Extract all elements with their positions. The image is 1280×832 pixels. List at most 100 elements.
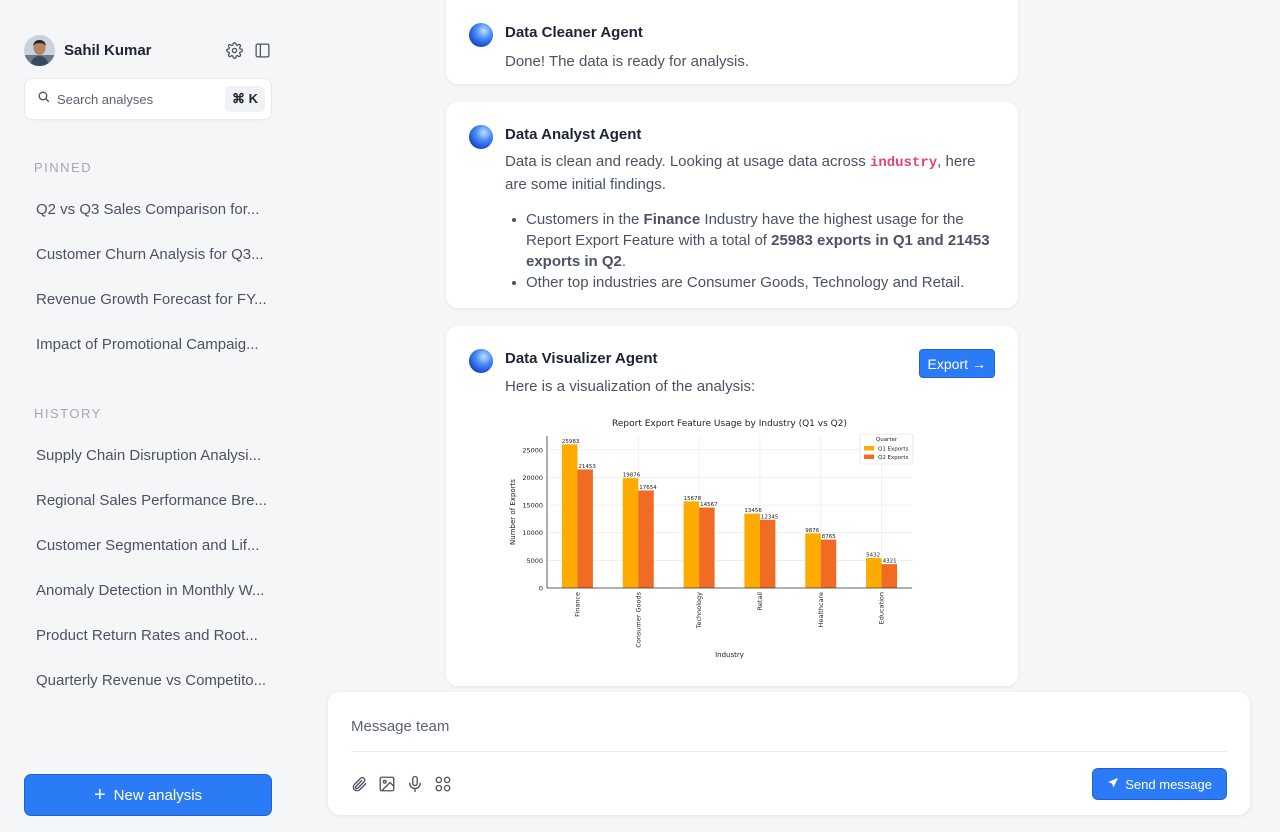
legend-title: Quarter (876, 437, 898, 443)
bar-data-label: 12345 (761, 514, 779, 520)
message-text: Data is clean and ready. Looking at usag… (505, 153, 976, 193)
legend-swatch (864, 454, 874, 459)
bar-data-label: 21453 (578, 464, 596, 470)
bar-data-label: 15678 (684, 496, 702, 502)
x-tick-label: Education (878, 592, 886, 624)
history-item[interactable]: Regional Sales Performance Bre... (36, 492, 268, 509)
apps-grid-icon[interactable] (433, 774, 453, 794)
list-item: Other top industries are Consumer Goods,… (508, 272, 992, 293)
history-item[interactable]: Product Return Rates and Root... (36, 627, 268, 644)
y-axis-label: Number of Exports (509, 479, 517, 545)
bar-chart: Report Export Feature Usage by Industry … (509, 419, 914, 659)
new-analysis-label: New analysis (113, 786, 203, 804)
pinned-item[interactable]: Q2 vs Q3 Sales Comparison for... (36, 201, 268, 218)
bar-q1 (683, 501, 700, 588)
bar-q2 (881, 564, 898, 588)
search-icon (37, 90, 50, 108)
y-tick-label: 0 (539, 585, 543, 593)
agent-name: Data Analyst Agent (505, 126, 642, 143)
send-label: Send message (1125, 776, 1212, 792)
x-tick-label: Technology (695, 592, 703, 630)
pinned-label: PINNED (34, 160, 93, 175)
bar-q2 (638, 490, 654, 588)
chart-title: Report Export Feature Usage by Industry … (612, 419, 847, 429)
composer: Message team Send message (328, 692, 1250, 815)
history-item[interactable]: Anomaly Detection in Monthly W... (36, 582, 268, 599)
bar-data-label: 13456 (744, 508, 762, 514)
agent-orb-icon (469, 23, 493, 47)
search-input[interactable]: Search analyses ⌘ K (24, 78, 272, 120)
chart: Report Export Feature Usage by Industry … (506, 416, 926, 666)
bar-q2 (820, 539, 837, 588)
bar-data-label: 25983 (562, 439, 580, 445)
pinned-item[interactable]: Impact of Promotional Campaig... (36, 336, 268, 353)
gear-icon[interactable] (224, 40, 244, 60)
sidebar: Sahil Kumar Search analyses ⌘ K PINNED Q… (0, 0, 296, 832)
search-placeholder: Search analyses (57, 91, 154, 107)
export-label: Export (927, 355, 968, 372)
message-input[interactable]: Message team (351, 718, 449, 735)
new-analysis-button[interactable]: + New analysis (24, 774, 272, 816)
bar-data-label: 9876 (805, 528, 819, 534)
pinned-item[interactable]: Revenue Growth Forecast for FY... (36, 291, 268, 308)
x-tick-label: Retail (756, 592, 764, 611)
bar-data-label: 4321 (883, 559, 897, 565)
y-tick-label: 15000 (522, 502, 543, 510)
bar-data-label: 5432 (866, 552, 880, 558)
image-icon[interactable] (377, 774, 397, 794)
bar-q2 (699, 507, 715, 588)
agent-name: Data Cleaner Agent (505, 24, 643, 41)
message-text: Done! The data is ready for analysis. (505, 53, 750, 70)
arrow-right-icon: → (972, 355, 986, 372)
history-item[interactable]: Supply Chain Disruption Analysi... (36, 447, 268, 464)
message-card-cleaner: Data Cleaner Agent Done! The data is rea… (446, 0, 1018, 84)
message-card-visualizer: Data Visualizer Agent Export → Here is a… (446, 326, 1018, 686)
bar-q1 (622, 478, 639, 588)
user-profile[interactable]: Sahil Kumar (24, 34, 272, 66)
bar-data-label: 14567 (700, 502, 718, 508)
export-button[interactable]: Export → (918, 349, 995, 378)
sidebar-toggle-icon[interactable] (252, 40, 272, 60)
inline-code: industry (869, 155, 938, 171)
paperclip-icon[interactable] (349, 774, 369, 794)
legend-label: Q2 Exports (878, 455, 909, 461)
message-card-analyst: Data Analyst Agent Data is clean and rea… (446, 102, 1018, 308)
x-tick-label: Healthcare (817, 592, 825, 627)
x-tick-label: Consumer Goods (634, 591, 642, 647)
search-shortcut: ⌘ K (225, 86, 265, 112)
y-tick-label: 10000 (522, 529, 543, 537)
history-label: HISTORY (34, 406, 102, 421)
bar-q1 (561, 444, 578, 588)
bar-q1 (744, 513, 760, 588)
y-tick-label: 5000 (526, 557, 543, 565)
microphone-icon[interactable] (405, 774, 425, 794)
send-icon (1107, 777, 1119, 792)
message-text: Here is a visualization of the analysis: (505, 378, 756, 395)
y-tick-label: 20000 (522, 474, 543, 482)
plus-icon: + (93, 784, 106, 806)
agent-name: Data Visualizer Agent (505, 350, 658, 367)
x-tick-label: Finance (573, 592, 581, 617)
bar-data-label: 17654 (639, 485, 657, 491)
agent-orb-icon (469, 125, 493, 149)
bar-q2 (759, 519, 776, 588)
legend-swatch (864, 446, 874, 451)
pinned-item[interactable]: Customer Churn Analysis for Q3... (36, 246, 268, 263)
bar-q1 (805, 533, 821, 588)
user-name: Sahil Kumar (64, 41, 152, 59)
history-item[interactable]: Quarterly Revenue vs Competito... (36, 672, 268, 689)
bar-q1 (866, 557, 882, 588)
bar-q2 (577, 469, 593, 588)
history-item[interactable]: Customer Segmentation and Lif... (36, 537, 268, 554)
list-item: Customers in the Finance Industry have t… (508, 209, 992, 272)
agent-orb-icon (469, 349, 493, 373)
bar-data-label: 8765 (822, 534, 836, 540)
send-message-button[interactable]: Send message (1092, 768, 1227, 800)
y-tick-label: 25000 (522, 446, 543, 454)
avatar (24, 34, 55, 66)
divider (351, 751, 1228, 752)
legend-label: Q1 Exports (878, 446, 909, 452)
findings-list: Customers in the Finance Industry have t… (508, 209, 992, 293)
x-axis-label: Industry (715, 651, 744, 659)
bar-data-label: 19876 (623, 473, 641, 479)
